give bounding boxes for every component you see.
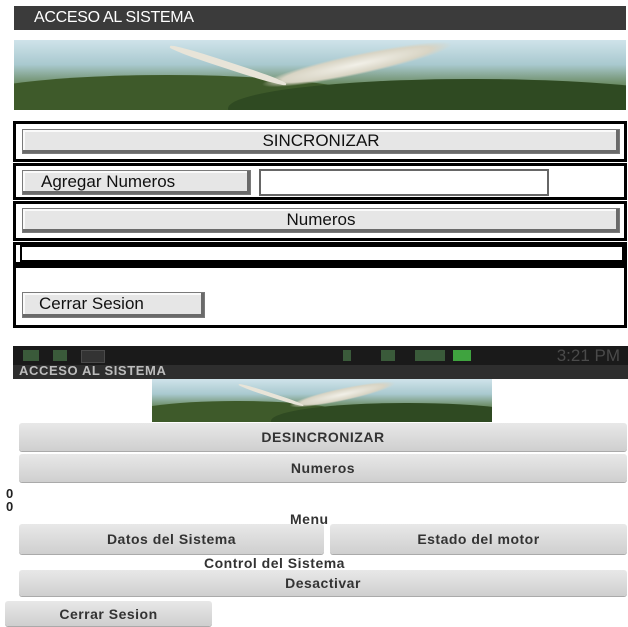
logout-button[interactable]: Cerrar Sesion [5,601,212,626]
unsync-button[interactable]: DESINCRONIZAR [19,423,627,451]
notification-icon [81,350,105,363]
system-data-button[interactable]: Datos del Sistema [19,524,324,554]
numbers-button[interactable]: Numeros [22,208,620,233]
banner-image [14,40,626,110]
deactivate-button[interactable]: Desactivar [19,570,627,596]
numbers-button[interactable]: Numeros [19,454,627,482]
value-text: 0 [6,499,14,514]
top-title: ACCESO AL SISTEMA [34,9,194,26]
add-numbers-button[interactable]: Agregar Numeros [22,170,251,195]
signal-icon [53,350,67,361]
signal-icon [415,350,445,361]
motor-status-button[interactable]: Estado del motor [330,524,627,554]
phone-title: ACCESO AL SISTEMA [19,363,167,378]
wifi-icon [381,350,395,361]
logout-button[interactable]: Cerrar Sesion [22,292,205,318]
output-field [20,245,624,262]
sync-button[interactable]: SINCRONIZAR [22,129,620,154]
bluetooth-icon [343,350,351,361]
battery-icon [453,350,471,361]
notification-icon [23,350,39,361]
status-time: 3:21 PM [556,346,620,365]
add-numbers-input[interactable] [259,169,549,196]
top-title-bar: ACCESO AL SISTEMA [14,6,626,30]
banner-image [152,379,492,422]
control-label: Control del Sistema [204,555,345,571]
phone-title-bar: ACCESO AL SISTEMA [13,363,628,379]
